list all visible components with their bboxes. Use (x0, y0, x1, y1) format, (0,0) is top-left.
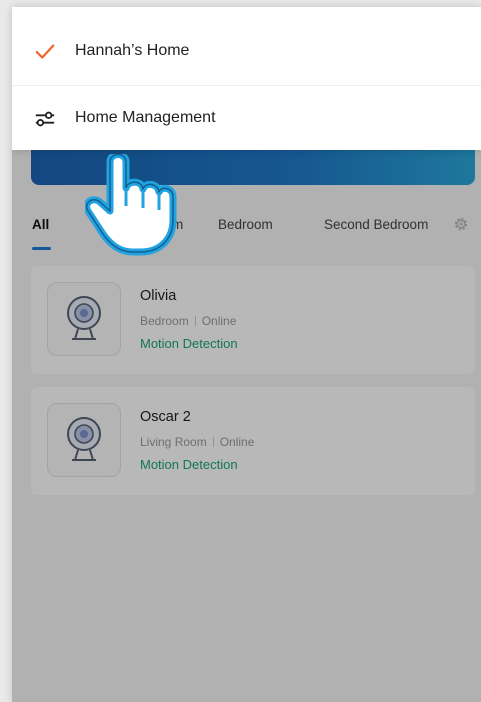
menu-item-home-management[interactable]: Home Management (12, 85, 481, 152)
home-switcher-menu: Hannah’s Home Home Management (12, 7, 481, 150)
menu-item-hannahs-home[interactable]: Hannah’s Home (12, 19, 481, 85)
sliders-icon (35, 111, 55, 127)
menu-item-label: Hannah’s Home (75, 42, 190, 59)
app-screen: All m Bedroom Second Bedroom Olivia Bedr… (12, 7, 481, 702)
checkmark-icon (35, 44, 55, 59)
tap-hand-icon (85, 154, 177, 256)
menu-item-label: Home Management (75, 109, 216, 126)
